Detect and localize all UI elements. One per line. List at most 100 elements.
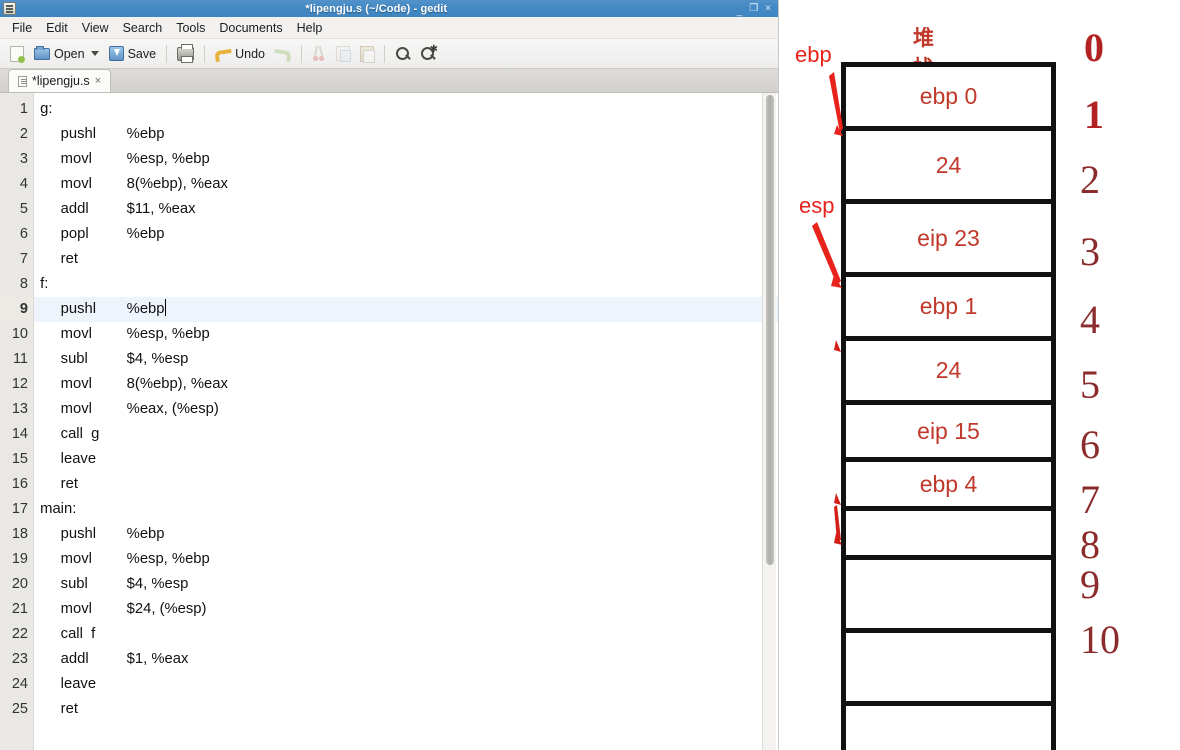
code-line[interactable]: leave xyxy=(34,447,778,472)
code-mnemonic: f: xyxy=(40,276,49,292)
menu-help[interactable]: Help xyxy=(291,19,329,37)
minimize-button[interactable]: _ xyxy=(737,6,743,17)
line-number: 13 xyxy=(11,401,28,417)
find-icon xyxy=(395,46,411,62)
undo-button[interactable]: Undo xyxy=(211,45,269,63)
print-button[interactable] xyxy=(173,43,198,63)
find-button[interactable] xyxy=(391,44,415,64)
editor-area[interactable]: 1 2 3 4 5 6 7 8 9 10 11 12 13 14 15 16 17 18 19 20 21 22 23 24 2… xyxy=(0,93,778,750)
paste-button[interactable] xyxy=(356,44,378,64)
code-line[interactable]: movl %esp, %ebp xyxy=(34,322,778,347)
row-index-digit: 3 xyxy=(1080,229,1100,274)
code-mnemonic: pushl xyxy=(60,126,97,142)
code-mnemonic: pushl xyxy=(60,526,97,542)
code-line[interactable]: movl 8(%ebp), %eax xyxy=(34,372,778,397)
line-number: 24 xyxy=(11,676,28,692)
line-number: 14 xyxy=(11,426,28,442)
code-line[interactable]: popl %ebp xyxy=(34,222,778,247)
toolbar-separator xyxy=(383,44,385,63)
line-number: 8 xyxy=(19,276,28,292)
code-mnemonic: popl xyxy=(60,226,89,242)
menu-documents[interactable]: Documents xyxy=(213,19,288,37)
code-line[interactable]: f: xyxy=(34,272,778,297)
line-number: 7 xyxy=(19,251,28,267)
redo-button[interactable] xyxy=(271,45,295,62)
menubar: File Edit View Search Tools Documents He… xyxy=(0,17,778,39)
code-line[interactable]: ret xyxy=(34,697,778,722)
menu-view[interactable]: View xyxy=(76,19,115,37)
code-mnemonic: addl xyxy=(60,651,89,667)
code-operands: $4, %esp xyxy=(126,351,189,367)
boundary-tick-icons xyxy=(834,340,842,545)
copy-button[interactable] xyxy=(332,44,354,63)
code-line[interactable]: ret xyxy=(34,472,778,497)
find-replace-button[interactable]: ✱ xyxy=(417,44,442,64)
code-line[interactable]: call g xyxy=(34,422,778,447)
maximize-button[interactable]: ❐ xyxy=(749,3,758,14)
code-operands: $24, (%esp) xyxy=(126,601,207,617)
code-line[interactable]: call f xyxy=(34,622,778,647)
scrollbar-thumb[interactable] xyxy=(766,95,774,565)
copy-icon xyxy=(335,46,351,62)
line-number: 17 xyxy=(11,501,28,517)
row-index-digit: 5 xyxy=(1080,362,1100,407)
chevron-down-icon[interactable] xyxy=(90,51,99,56)
toolbar-separator xyxy=(204,44,206,63)
menu-edit[interactable]: Edit xyxy=(40,19,74,37)
code-mnemonic: pushl xyxy=(60,301,97,317)
code-operands: %ebp xyxy=(126,126,165,142)
find-replace-icon: ✱ xyxy=(420,44,438,62)
new-document-icon xyxy=(10,45,25,63)
line-number: 20 xyxy=(11,576,28,592)
code-mnemonic: ret xyxy=(60,701,78,717)
menu-search[interactable]: Search xyxy=(117,19,169,37)
row-index-digit: 10 xyxy=(1080,617,1120,662)
code-line[interactable]: subl $4, %esp xyxy=(34,572,778,597)
code-line[interactable]: ret xyxy=(34,247,778,272)
save-button[interactable]: Save xyxy=(105,44,161,63)
code-mnemonic: addl xyxy=(60,201,89,217)
line-number: 10 xyxy=(11,326,28,342)
code-text-area[interactable]: g: pushl %ebp movl %esp, %ebp movl 8(%ebp),… xyxy=(34,93,778,750)
code-line[interactable]: addl $1, %eax xyxy=(34,647,778,672)
code-line[interactable]: addl $11, %eax xyxy=(34,197,778,222)
cut-button[interactable] xyxy=(308,44,330,63)
code-line[interactable]: g: xyxy=(34,97,778,122)
stack-diagram-panel: 堆栈 ebp esp ebp 024eip 23ebp 124eip 15ebp… xyxy=(779,0,1180,750)
code-mnemonic: ret xyxy=(60,476,78,492)
code-line[interactable]: pushl %ebp xyxy=(34,122,778,147)
code-operands: $1, %eax xyxy=(126,651,189,667)
tab-close-icon[interactable]: × xyxy=(95,75,101,87)
code-operands: 8(%ebp), %eax xyxy=(126,176,228,192)
vertical-scrollbar[interactable] xyxy=(762,93,776,750)
code-line[interactable]: movl %esp, %ebp xyxy=(34,547,778,572)
gedit-window: *lipengju.s (~/Code) - gedit _ ❐ × File … xyxy=(0,0,779,750)
code-line[interactable]: leave xyxy=(34,672,778,697)
code-line[interactable]: movl %esp, %ebp xyxy=(34,147,778,172)
code-operands: %eax, (%esp) xyxy=(126,401,219,417)
code-operands: $11, %eax xyxy=(126,201,196,217)
line-number: 4 xyxy=(19,176,28,192)
line-number-gutter: 1 2 3 4 5 6 7 8 9 10 11 12 13 14 15 16 17 18 19 20 21 22 23 24 2… xyxy=(0,93,34,750)
code-line[interactable]: movl 8(%ebp), %eax xyxy=(34,172,778,197)
close-button[interactable]: × xyxy=(765,3,771,14)
menu-tools[interactable]: Tools xyxy=(170,19,211,37)
ebp-arrow-icon xyxy=(829,72,843,136)
code-line[interactable]: subl $4, %esp xyxy=(34,347,778,372)
tab-lipengju-s[interactable]: *lipengju.s × xyxy=(8,69,112,92)
line-number: 23 xyxy=(11,651,28,667)
code-line[interactable]: main: xyxy=(34,497,778,522)
code-line[interactable]: pushl %ebp xyxy=(34,297,778,322)
toolbar: Open Save Undo ✱ xyxy=(0,39,778,69)
new-document-button[interactable] xyxy=(6,44,28,64)
code-line[interactable]: movl $24, (%esp) xyxy=(34,597,778,622)
tab-label: *lipengju.s xyxy=(32,74,90,88)
open-button[interactable]: Open xyxy=(30,45,103,63)
code-line[interactable]: movl %eax, (%esp) xyxy=(34,397,778,422)
code-operands: 8(%ebp), %eax xyxy=(126,376,228,392)
menu-file[interactable]: File xyxy=(6,19,38,37)
line-number: 18 xyxy=(11,526,28,542)
row-index-digit: 6 xyxy=(1080,422,1100,467)
window-title: *lipengju.s (~/Code) - gedit xyxy=(305,2,448,15)
code-line[interactable]: pushl %ebp xyxy=(34,522,778,547)
